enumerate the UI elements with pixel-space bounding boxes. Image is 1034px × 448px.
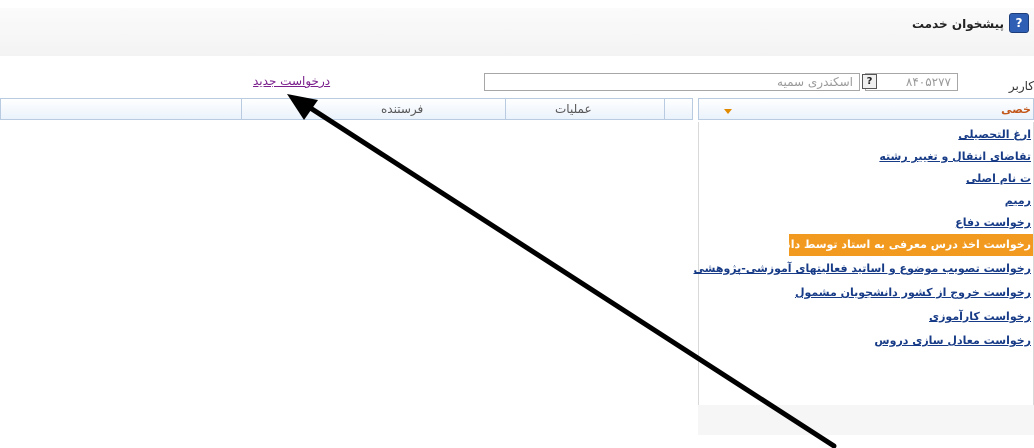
panel-title: خصی [1001, 103, 1031, 116]
panel-header[interactable]: خصی [698, 98, 1034, 120]
request-item[interactable]: رخواست خروج از کشور دانشجویان مشمول [795, 282, 1033, 304]
grid-header: فرستنده عملیات [0, 98, 693, 120]
column-divider [241, 99, 242, 119]
user-label: کاربر [1008, 79, 1034, 93]
lookup-icon[interactable]: ? [862, 74, 877, 89]
request-item[interactable]: ت نام اصلی [966, 168, 1033, 190]
request-item[interactable]: تقاضای انتقال و تغییر رشته [879, 146, 1033, 168]
request-item[interactable]: رخواست دفاع [955, 212, 1033, 234]
request-item[interactable]: رخواست کارآموزی [929, 306, 1033, 328]
user-code-field[interactable]: ۸۴۰۵۲۷۷ [865, 73, 958, 91]
request-item[interactable]: رخواست تصویب موضوع و اساتید فعالیتهای آم… [694, 258, 1034, 280]
help-icon[interactable]: ? [1009, 13, 1029, 33]
request-list: ارغ التحصیلی تقاضای انتقال و تغییر رشته … [694, 122, 1034, 406]
request-item[interactable]: ارغ التحصیلی [958, 124, 1033, 146]
column-header-operations[interactable]: عملیات [555, 102, 592, 116]
column-header-sender[interactable]: فرستنده [381, 102, 423, 116]
chevron-down-icon[interactable] [724, 109, 732, 114]
user-name-field[interactable]: اسکندری سمیه [484, 73, 860, 91]
panel-footer [698, 405, 1034, 435]
page-title: پیشخوان خدمت [911, 17, 1004, 31]
request-item[interactable]: رخواست معادل سازی دروس [874, 330, 1033, 352]
request-item-selected[interactable]: رخواست اخذ درس معرفی به استاد توسط دانشج… [761, 234, 1033, 256]
header-bar [0, 8, 1034, 56]
column-divider [664, 99, 665, 119]
new-request-link[interactable]: درخواست جدید [253, 74, 330, 88]
request-item[interactable]: رمیم [1005, 190, 1033, 212]
column-divider [505, 99, 506, 119]
